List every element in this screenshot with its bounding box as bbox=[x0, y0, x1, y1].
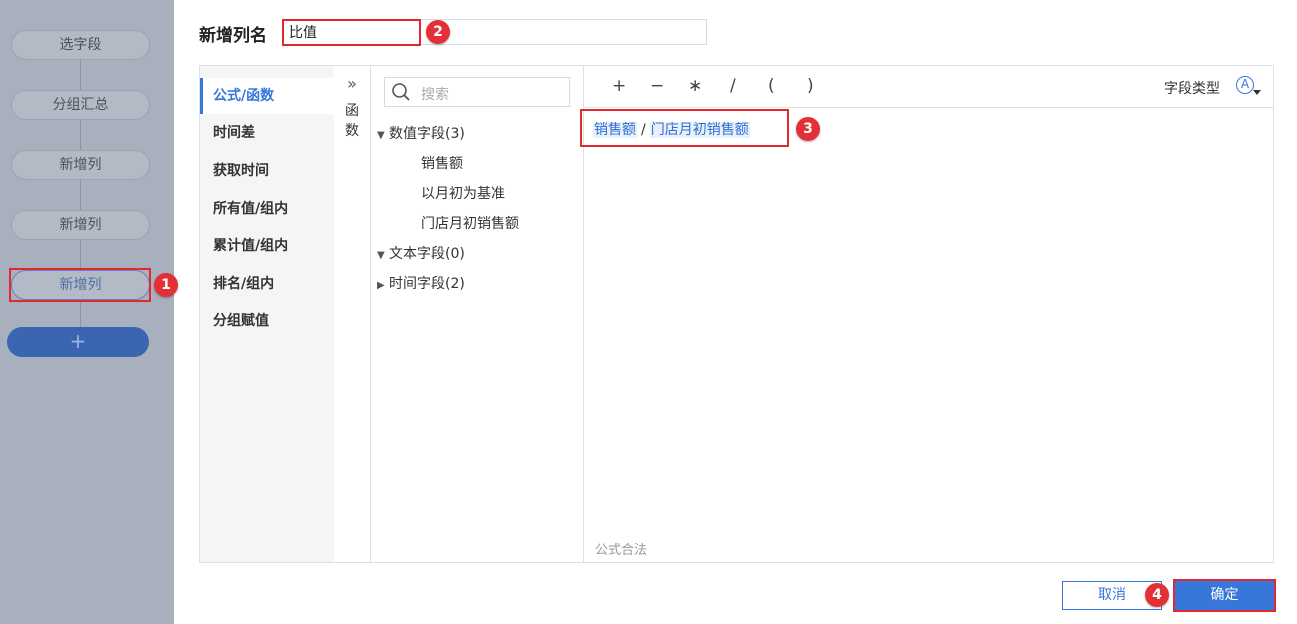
function-collapse-toggle[interactable]: » 函 数 bbox=[334, 66, 371, 562]
annotation-badge-2: 2 bbox=[426, 20, 450, 44]
group-label: 数值字段(3) bbox=[389, 126, 465, 142]
field-list-panel: 搜索 ▼ 数值字段(3) 销售额 以月初为基准 门店月初销售额 ▼ 文本字段(0) … bbox=[371, 66, 584, 562]
field-item-store-month-start-sales[interactable]: 门店月初销售额 bbox=[421, 213, 519, 233]
field-item-month-start-base[interactable]: 以月初为基准 bbox=[421, 183, 505, 203]
caret-down-icon: ▼ bbox=[377, 250, 385, 261]
annotation-badge-4: 4 bbox=[1145, 583, 1169, 607]
collapse-label-1: 函 bbox=[345, 103, 359, 119]
formula-token-store-sales[interactable]: 门店月初销售额 bbox=[649, 122, 750, 138]
step-connector bbox=[80, 60, 81, 90]
operator-multiply-button[interactable]: ∗ bbox=[688, 76, 702, 96]
operator-open-paren-button[interactable]: ( bbox=[768, 76, 775, 96]
operator-toolbar: + − ∗ / ( ) 字段类型 A bbox=[584, 66, 1273, 108]
category-cumulative[interactable]: 累计值/组内 bbox=[200, 228, 334, 264]
group-time-fields[interactable]: ▶ 时间字段(2) bbox=[377, 273, 465, 293]
formula-panel: 公式/函数 时间差 获取时间 所有值/组内 累计值/组内 排名/组内 分组赋值 … bbox=[199, 65, 1274, 563]
field-type-icon[interactable]: A bbox=[1236, 76, 1254, 94]
step-group-summary[interactable]: 分组汇总 bbox=[11, 90, 150, 120]
group-label: 文本字段(0) bbox=[389, 246, 465, 262]
category-get-time[interactable]: 获取时间 bbox=[200, 153, 334, 189]
search-icon bbox=[392, 83, 410, 101]
caret-right-icon: ▶ bbox=[377, 280, 385, 291]
group-numeric-fields[interactable]: ▼ 数值字段(3) bbox=[377, 123, 465, 143]
column-name-label: 新增列名 bbox=[199, 26, 267, 46]
category-formula-function[interactable]: 公式/函数 bbox=[200, 78, 334, 114]
group-text-fields[interactable]: ▼ 文本字段(0) bbox=[377, 243, 465, 263]
annotation-badge-1: 1 bbox=[154, 273, 178, 297]
step-connector bbox=[80, 180, 81, 210]
step-connector bbox=[80, 120, 81, 150]
category-group-assign[interactable]: 分组赋值 bbox=[200, 303, 334, 339]
function-category-list: 公式/函数 时间差 获取时间 所有值/组内 累计值/组内 排名/组内 分组赋值 bbox=[200, 66, 334, 562]
formula-text-area[interactable]: 销售额 / 门店月初销售额 bbox=[593, 119, 750, 139]
field-type-label: 字段类型 bbox=[1164, 81, 1220, 97]
confirm-button[interactable]: 确定 bbox=[1175, 581, 1274, 610]
step-connector bbox=[80, 300, 81, 327]
operator-plus-button[interactable]: + bbox=[612, 76, 626, 96]
step-new-column-1[interactable]: 新增列 bbox=[11, 150, 150, 180]
category-time-diff[interactable]: 时间差 bbox=[200, 115, 334, 151]
formula-editor: + − ∗ / ( ) 字段类型 A 销售额 / 门店月初销售额 公式合法 bbox=[584, 66, 1273, 562]
double-chevron-right-icon[interactable]: » bbox=[334, 74, 370, 93]
field-type-caret-icon[interactable] bbox=[1253, 90, 1261, 95]
annotation-badge-3: 3 bbox=[796, 117, 820, 141]
column-name-input[interactable] bbox=[283, 19, 707, 45]
step-new-column-3[interactable]: 新增列 bbox=[11, 270, 150, 300]
formula-status-text: 公式合法 bbox=[595, 543, 648, 558]
field-search-input[interactable]: 搜索 bbox=[384, 77, 570, 107]
step-select-fields[interactable]: 选字段 bbox=[11, 30, 150, 60]
search-placeholder: 搜索 bbox=[421, 87, 449, 103]
operator-divide-button[interactable]: / bbox=[730, 76, 736, 96]
caret-down-icon: ▼ bbox=[377, 130, 385, 141]
step-connector bbox=[80, 240, 81, 270]
group-label: 时间字段(2) bbox=[389, 276, 465, 292]
operator-close-paren-button[interactable]: ) bbox=[807, 76, 814, 96]
formula-token-sales[interactable]: 销售额 bbox=[593, 122, 637, 138]
collapse-label-2: 数 bbox=[345, 123, 359, 139]
category-rank[interactable]: 排名/组内 bbox=[200, 266, 334, 302]
step-new-column-2[interactable]: 新增列 bbox=[11, 210, 150, 240]
operator-minus-button[interactable]: − bbox=[650, 76, 664, 96]
field-item-sales[interactable]: 销售额 bbox=[421, 153, 463, 173]
add-step-button[interactable]: + bbox=[7, 327, 149, 357]
category-all-values[interactable]: 所有值/组内 bbox=[200, 191, 334, 227]
step-panel: 选字段 分组汇总 新增列 新增列 新增列 + bbox=[0, 0, 174, 624]
formula-operator: / bbox=[641, 122, 646, 138]
